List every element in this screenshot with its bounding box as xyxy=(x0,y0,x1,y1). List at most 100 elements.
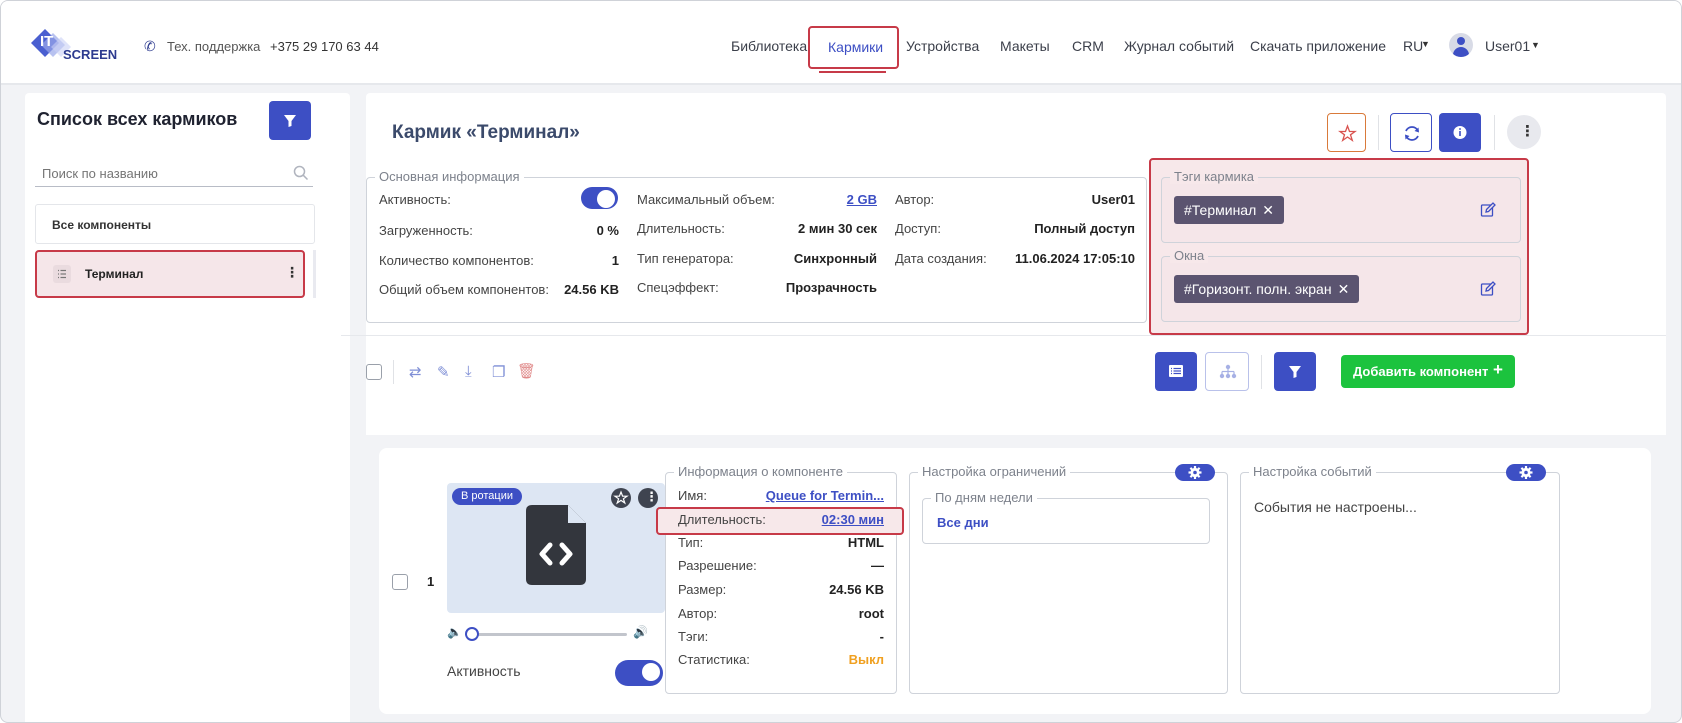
info-label: Разрешение: xyxy=(678,558,757,573)
nav-active-underline xyxy=(819,71,886,73)
events-legend: Настройка событий xyxy=(1249,464,1376,479)
avatar[interactable] xyxy=(1449,33,1473,57)
activity-label: Активность xyxy=(447,663,521,679)
tree-view-button[interactable] xyxy=(1205,352,1249,391)
toolbar-divider-3 xyxy=(393,360,394,384)
sidebar-filter-button[interactable] xyxy=(269,101,311,140)
nav-karmiki[interactable]: Кармики xyxy=(828,39,883,55)
rotation-badge: В ротации xyxy=(452,488,523,505)
row-checkbox[interactable] xyxy=(392,574,408,590)
filter-icon xyxy=(284,115,296,127)
sidebar: Список всех кармиков Все компоненты Терм… xyxy=(25,93,350,722)
info-label: Максимальный объем: xyxy=(637,192,775,207)
windows-legend: Окна xyxy=(1170,248,1209,263)
events-empty-text: События не настроены... xyxy=(1254,499,1417,515)
edit-windows-button[interactable] xyxy=(1480,281,1496,297)
kebab-icon: ⋮ xyxy=(1520,123,1535,140)
search-icon[interactable] xyxy=(293,165,309,181)
kebab-icon[interactable]: ⋮ xyxy=(285,264,299,281)
copy-icon[interactable]: ❐ xyxy=(492,363,505,381)
preview-menu-button[interactable]: ⋮ xyxy=(638,488,658,508)
weekdays-value[interactable]: Все дни xyxy=(937,515,989,530)
refresh-icon xyxy=(1405,126,1419,141)
edit-icon[interactable]: ✎ xyxy=(437,363,450,381)
user-name[interactable]: User01 xyxy=(1485,38,1530,54)
shuffle-icon[interactable]: ⇄ xyxy=(409,363,422,381)
info-label: Автор: xyxy=(678,606,718,621)
max-volume-link[interactable]: 2 GB xyxy=(807,192,877,207)
sidebar-item-terminal[interactable]: Терминал ⋮ xyxy=(35,250,305,298)
info-label: Статистика: xyxy=(678,652,750,667)
info-label: Дата создания: xyxy=(895,251,987,266)
support-label: Тех. поддержка xyxy=(167,39,261,54)
all-components-item[interactable]: Все компоненты xyxy=(35,204,315,244)
activity-toggle[interactable] xyxy=(581,187,618,209)
info-label: Размер: xyxy=(678,582,727,597)
restrictions-legend: Настройка ограничений xyxy=(918,464,1071,479)
info-icon xyxy=(1453,126,1467,139)
delete-icon[interactable]: 🗑 xyxy=(517,362,536,380)
volume-low-icon: 🔈 xyxy=(447,625,462,639)
nav-layouts[interactable]: Макеты xyxy=(1000,38,1050,54)
all-components-label: Все компоненты xyxy=(52,218,152,232)
component-name-link[interactable]: Queue for Termin... xyxy=(752,488,884,503)
download-icon[interactable]: ⤓ xyxy=(465,363,472,380)
html-file-icon xyxy=(526,505,586,585)
nav-crm[interactable]: CRM xyxy=(1072,38,1104,54)
app-window: IT SCREEN ✆ Тех. поддержка +375 29 170 6… xyxy=(0,0,1682,723)
info-value: 0 % xyxy=(596,223,619,238)
karmik-tags-fieldset: Тэги кармика #Терминал ✕ xyxy=(1161,169,1521,243)
volume-high-icon: 🔊 xyxy=(633,625,648,639)
info-label: Загруженность: xyxy=(379,223,473,238)
edit-tags-button[interactable] xyxy=(1480,202,1496,218)
info-label: Имя: xyxy=(678,488,707,503)
support-phone[interactable]: +375 29 170 63 44 xyxy=(270,39,379,54)
remove-tag-icon[interactable]: ✕ xyxy=(1338,281,1350,298)
info-value: root xyxy=(858,606,884,621)
statistics-status: Выкл xyxy=(848,652,884,667)
kebab-icon: ⋮ xyxy=(645,489,658,504)
filter-button[interactable] xyxy=(1274,352,1316,391)
events-panel: Настройка событий События не настроены..… xyxy=(1240,464,1560,694)
remove-tag-icon[interactable]: ✕ xyxy=(1262,202,1274,219)
sidebar-scrollbar[interactable] xyxy=(313,250,316,298)
tag-chip[interactable]: #Терминал ✕ xyxy=(1174,196,1284,224)
component-preview[interactable]: В ротации ⋮ xyxy=(447,483,665,613)
info-value: 1 xyxy=(611,253,619,268)
filter-icon xyxy=(1289,366,1301,378)
nav-devices[interactable]: Устройства xyxy=(906,38,979,54)
volume-slider-track[interactable] xyxy=(469,633,627,636)
info-label: Общий объем компонентов: xyxy=(379,282,549,297)
info-value: Синхронный xyxy=(793,251,877,266)
star-button[interactable] xyxy=(611,488,631,508)
volume-slider-handle[interactable] xyxy=(465,627,479,641)
nav-download-app[interactable]: Скачать приложение xyxy=(1250,38,1386,54)
phone-icon: ✆ xyxy=(144,38,156,54)
search-input[interactable] xyxy=(35,161,313,187)
list-view-button[interactable] xyxy=(1155,352,1197,391)
info-button[interactable] xyxy=(1439,113,1481,152)
events-settings-button[interactable] xyxy=(1506,464,1546,481)
restrictions-settings-button[interactable] xyxy=(1175,464,1215,481)
weekdays-fieldset: По дням недели Все дни xyxy=(922,490,1210,544)
info-label: Автор: xyxy=(895,192,935,207)
component-activity-toggle[interactable] xyxy=(615,660,663,686)
nav-event-log[interactable]: Журнал событий xyxy=(1124,38,1234,54)
info-label: Тэги: xyxy=(678,629,709,644)
plus-icon: + xyxy=(1493,360,1503,379)
info-value: 24.56 KB xyxy=(829,582,884,597)
karmik-tags-legend: Тэги кармика xyxy=(1170,169,1259,184)
duration-link[interactable]: 02:30 мин xyxy=(784,512,884,527)
more-menu-button[interactable]: ⋮ xyxy=(1507,115,1541,149)
info-value: User01 xyxy=(1091,192,1135,207)
info-value: - xyxy=(879,629,884,644)
nav-library[interactable]: Библиотека xyxy=(731,38,807,54)
refresh-button[interactable] xyxy=(1390,113,1432,152)
itscreen-logo[interactable]: IT SCREEN xyxy=(29,27,125,63)
toolbar-divider-2 xyxy=(1494,115,1495,150)
add-component-button[interactable]: Добавить компонент + xyxy=(1341,355,1515,388)
star-icon xyxy=(1338,124,1357,143)
window-tag-chip[interactable]: #Горизонт. полн. экран ✕ xyxy=(1174,275,1360,303)
favorite-button[interactable] xyxy=(1327,113,1366,152)
select-all-checkbox[interactable] xyxy=(366,364,382,380)
